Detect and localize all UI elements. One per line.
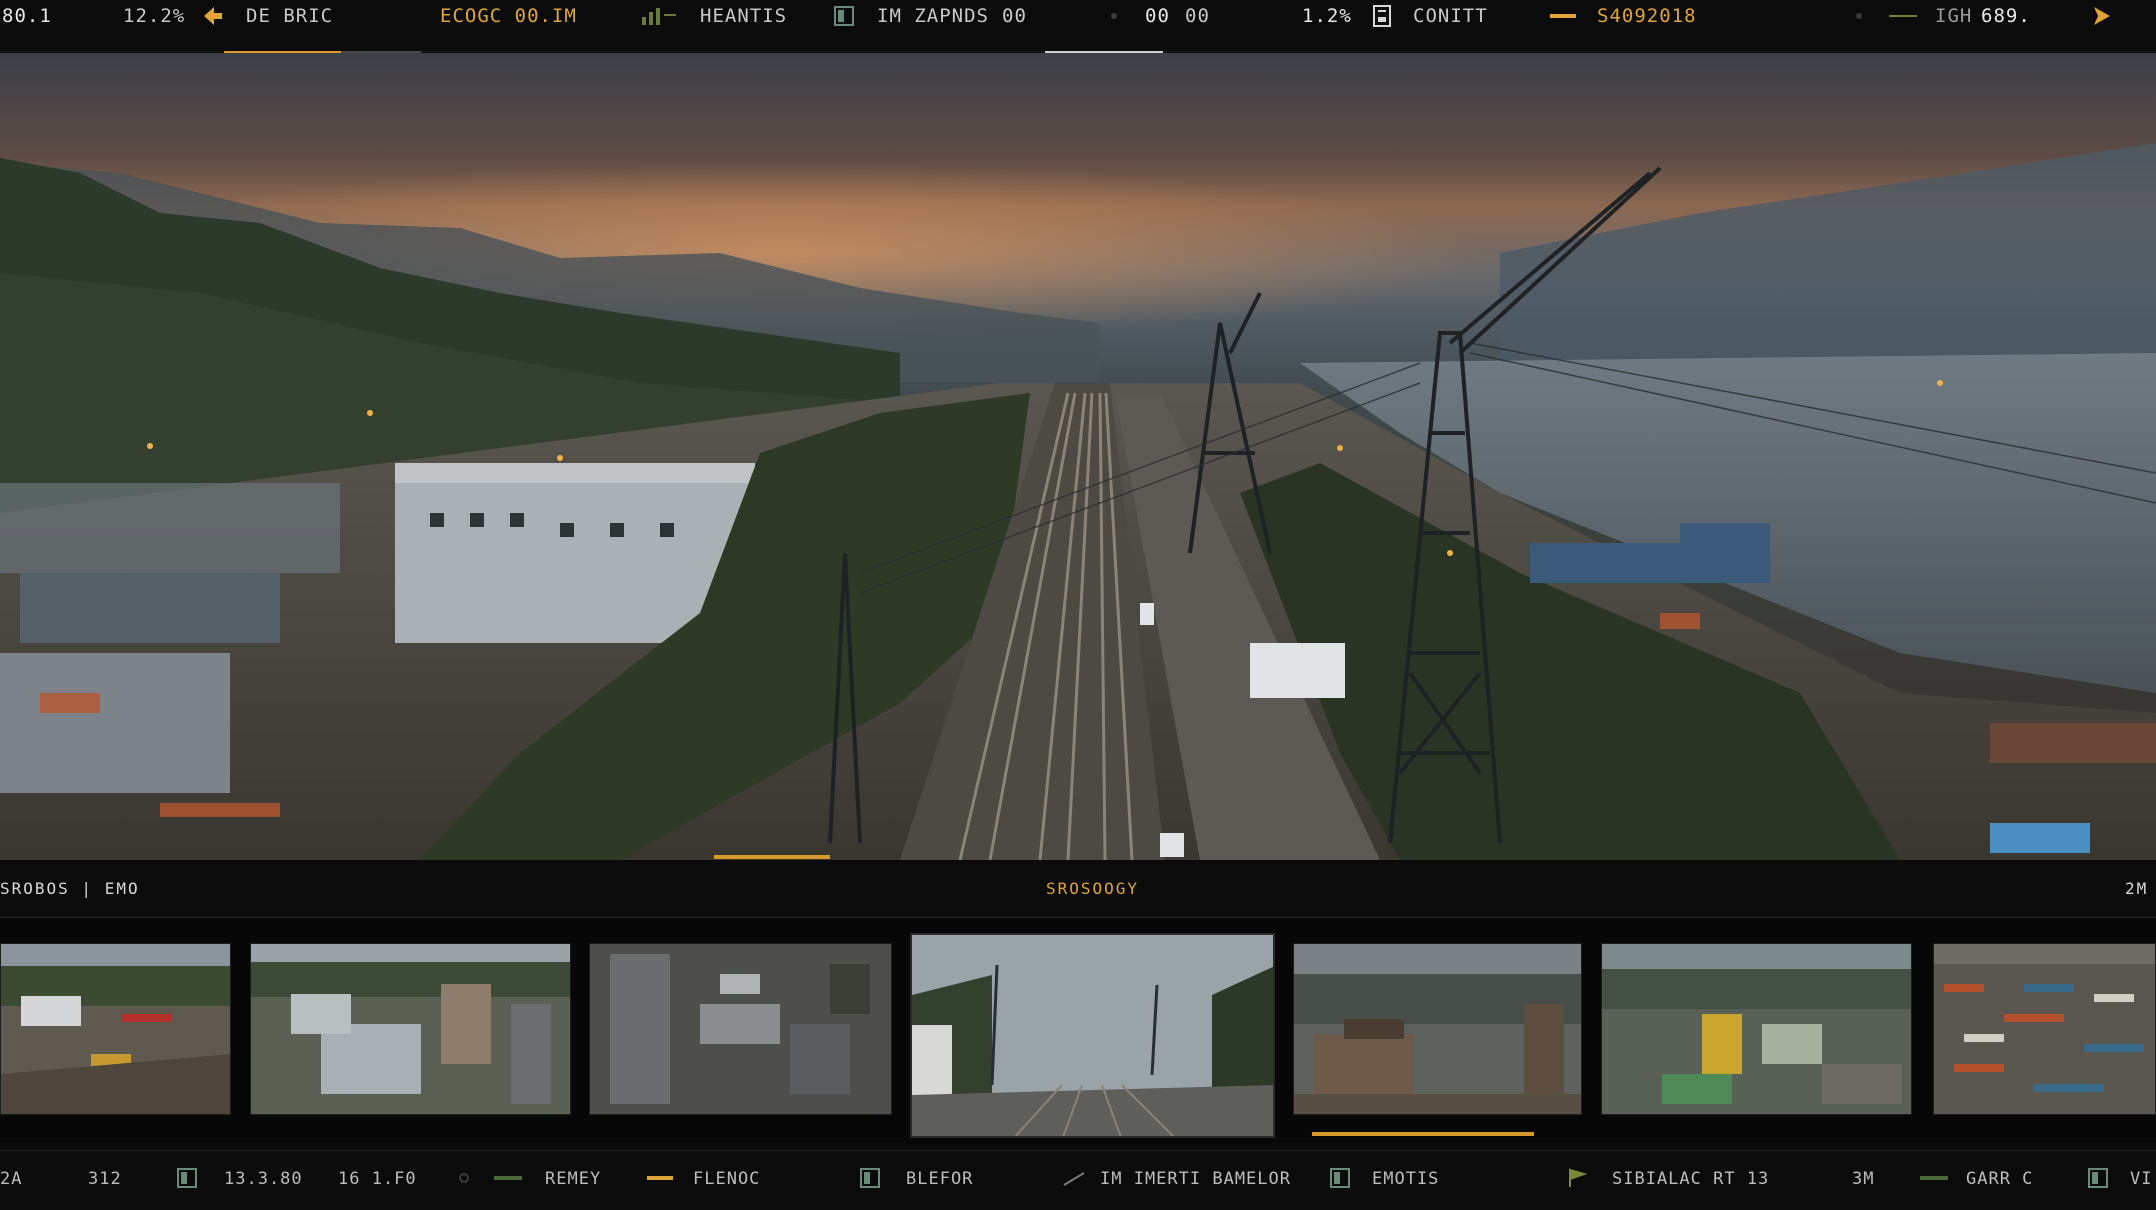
status-value-689: 689.	[1981, 5, 2031, 27]
forward-arrow-icon[interactable]	[2090, 5, 2114, 27]
playhead-progress[interactable]	[714, 855, 830, 859]
bottom-status-bar: 2A 312 13.3.80 16 1.F0 REMEY FLENOC BLEF…	[0, 1150, 2156, 1210]
thumbnail-shipyard-cranes[interactable]	[1601, 943, 1912, 1115]
signal-icon	[1063, 1172, 1085, 1186]
bottom-value-312: 312	[88, 1169, 122, 1189]
bottom-label-emotis[interactable]: EMOTIS	[1372, 1169, 1439, 1189]
dash-icon	[494, 1176, 522, 1180]
bottom-label-2a: 2A	[0, 1169, 23, 1189]
status-counter-2: 00	[1145, 5, 1170, 27]
bottom-label-flenoc[interactable]: FLENOC	[693, 1169, 760, 1189]
bottom-label-vi[interactable]: VI	[2130, 1169, 2152, 1189]
thumbnail-old-building-ruins[interactable]	[1293, 943, 1582, 1115]
status-label-igh: IGH	[1935, 5, 1973, 27]
panel-icon[interactable]	[1328, 1167, 1352, 1189]
main-video-viewport[interactable]	[0, 53, 2156, 860]
filmstrip-right-label: 2M	[2125, 879, 2149, 898]
dash-icon	[1889, 15, 1917, 17]
status-code: S4092018	[1597, 5, 1697, 27]
thumbnail-railway-towers[interactable]	[910, 933, 1275, 1138]
panel-icon[interactable]	[858, 1167, 882, 1189]
filmstrip-header: SROBOS | EMO SROSOOGY 2M	[0, 862, 2156, 918]
bottom-label-sibialac[interactable]: SIBIALAC RT 13	[1612, 1169, 1769, 1189]
back-arrow-icon[interactable]	[200, 5, 224, 27]
filmstrip-title: SROSOOGY	[1046, 879, 1140, 898]
dot-icon	[459, 1173, 469, 1183]
bottom-label-remey[interactable]: REMEY	[545, 1169, 601, 1189]
dot-icon	[1856, 13, 1862, 19]
dash-icon	[1550, 14, 1576, 18]
thumbnail-container-terminal[interactable]	[1933, 943, 2156, 1115]
bottom-timecode-1: 13.3.80	[224, 1169, 303, 1189]
thumbnail-aerial-parking-trucks[interactable]	[589, 943, 892, 1115]
status-label-debric[interactable]: DE BRIC	[246, 4, 333, 28]
top-status-bar: 80.1 12.2% DE BRIC ECOGC 00.IM HEANTIS I…	[0, 0, 2156, 52]
panel-icon[interactable]	[175, 1167, 199, 1189]
document-icon[interactable]	[1370, 5, 1394, 27]
dash-icon	[1920, 1176, 1948, 1180]
filmstrip-left-label: SROBOS | EMO	[0, 879, 140, 898]
bottom-label-garr[interactable]: GARR C	[1966, 1169, 2033, 1189]
port-railway-scene	[0, 143, 2156, 860]
status-percent: 12.2%	[123, 5, 186, 27]
status-label-zapnds[interactable]: IM ZAPNDS	[877, 4, 989, 28]
status-percent-2: 1.2%	[1302, 5, 1352, 27]
status-value-1: 80.1	[2, 5, 52, 27]
selected-thumbnail-indicator	[1312, 1132, 1534, 1136]
status-counter-3: 00	[1185, 5, 1210, 27]
bottom-timecode-2: 16 1.F0	[338, 1169, 417, 1189]
dash-icon	[647, 1176, 673, 1180]
bottom-value-3m: 3M	[1852, 1169, 1875, 1189]
status-label-conitt[interactable]: CONITT	[1413, 4, 1488, 28]
dot-icon	[1111, 13, 1117, 19]
panel-icon[interactable]	[2086, 1167, 2110, 1189]
panel-icon[interactable]	[832, 5, 856, 27]
thumbnail-white-roof-buildings[interactable]	[250, 943, 571, 1115]
bottom-label-blefor[interactable]: BLEFOR	[906, 1169, 973, 1189]
thumbnail-construction-yard[interactable]	[0, 943, 231, 1115]
bottom-label-imerti[interactable]: IM IMERTI BAMELOR	[1100, 1169, 1291, 1189]
signal-icon	[642, 8, 676, 25]
status-label-ecogc[interactable]: ECOGC 00.IM	[440, 4, 577, 28]
status-label-heantis[interactable]: HEANTIS	[700, 4, 787, 28]
status-counter-1: 00	[1002, 5, 1027, 27]
flag-icon	[1569, 1169, 1588, 1187]
